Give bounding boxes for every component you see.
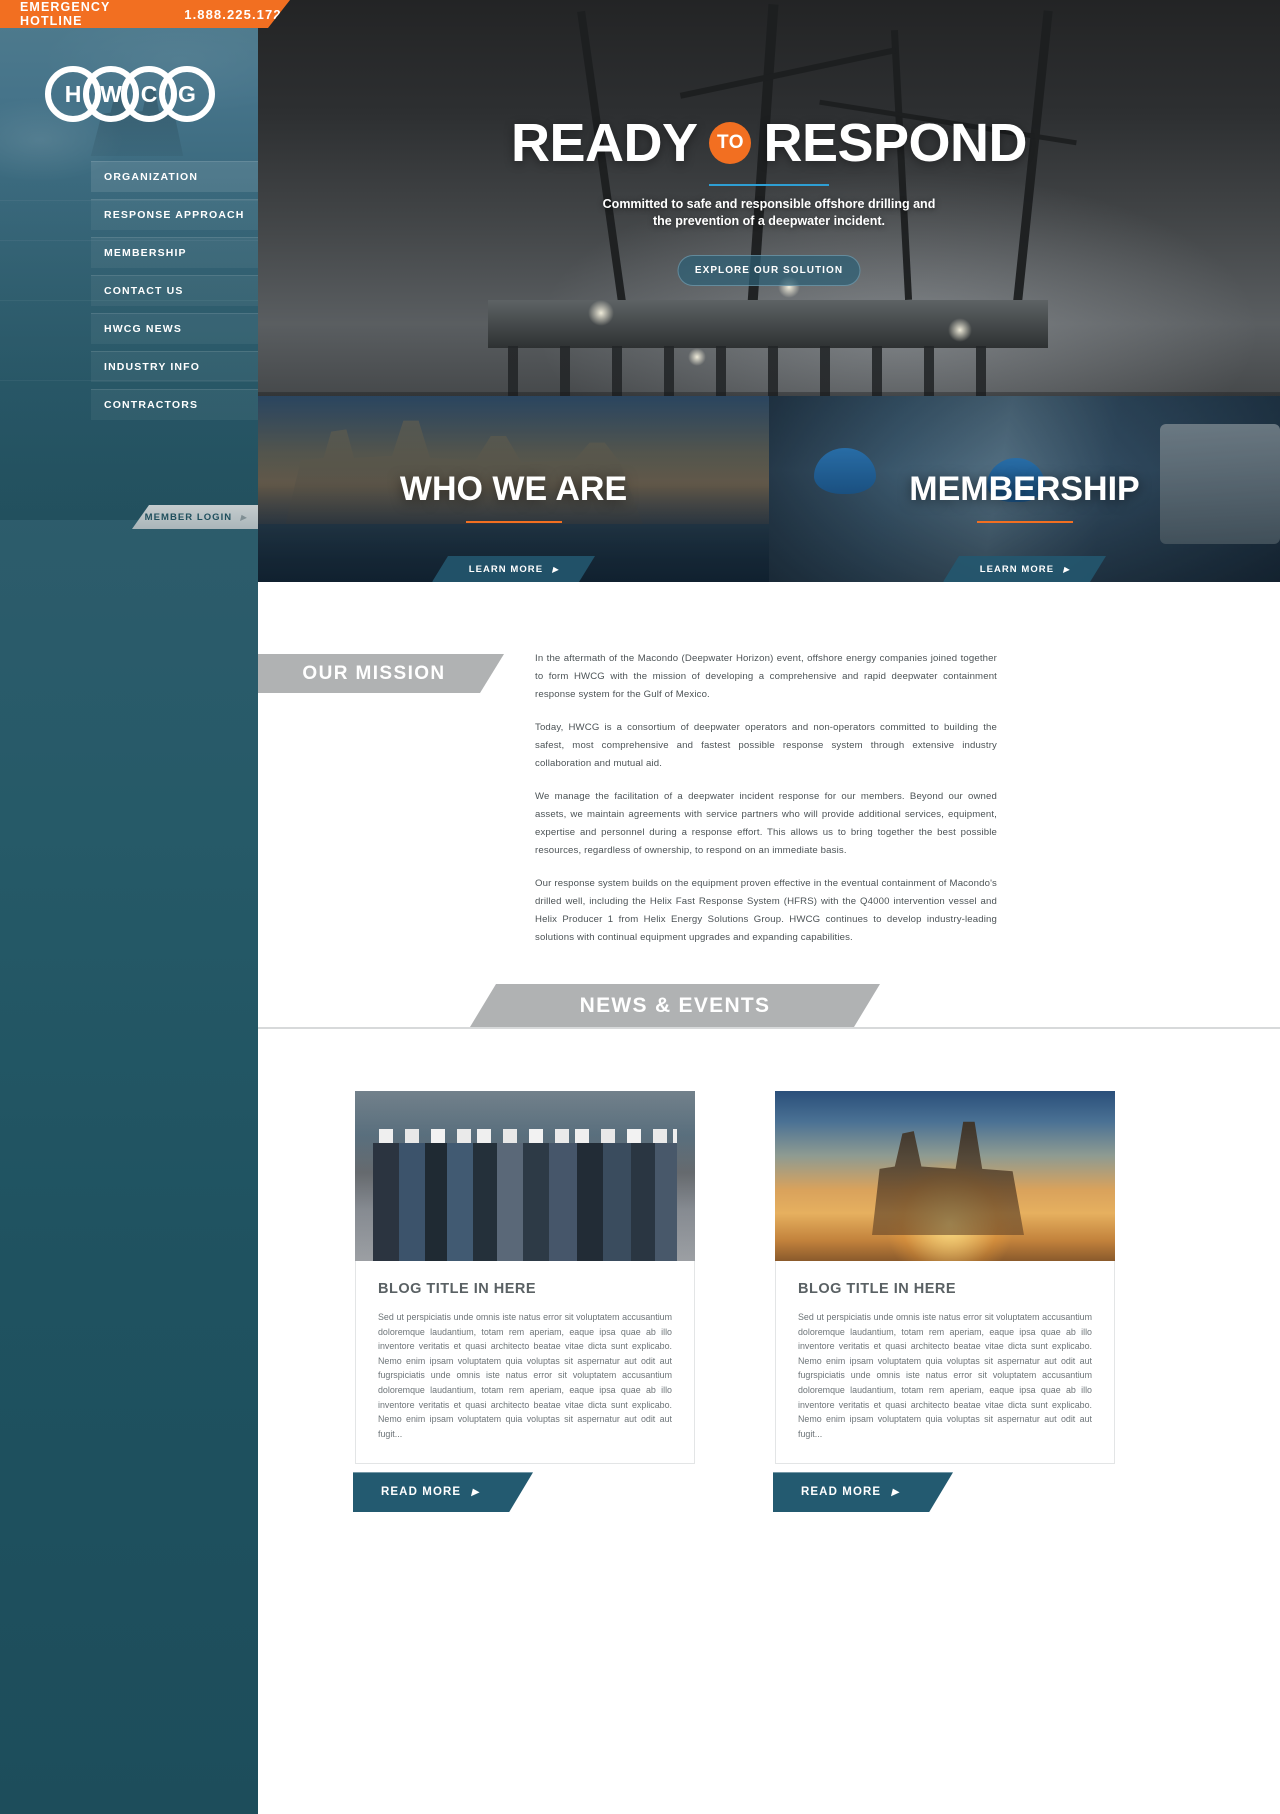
chevron-right-icon: ▶ (471, 1486, 479, 1498)
sidebar-item-industry-info-label: INDUSTRY INFO (104, 361, 201, 373)
promo-membership[interactable]: MEMBERSHIP LEARN MORE ▶ (769, 396, 1280, 582)
sidebar-item-hwcg-news[interactable]: HWCG NEWS (91, 313, 258, 344)
emergency-hotline-bar: EMERGENCY HOTLINE 1.888.225.1721 (0, 0, 290, 28)
sidebar-item-membership[interactable]: MEMBERSHIP (91, 237, 258, 268)
emergency-hotline-label: EMERGENCY HOTLINE (20, 0, 111, 28)
our-mission-paragraph-4: Our response system builds on the equipm… (535, 878, 997, 943)
explore-our-solution-button[interactable]: EXPLORE OUR SOLUTION (677, 255, 861, 286)
news-card-image-rig-sunset (775, 1091, 1115, 1261)
news-heading: NEWS & EVENTS (579, 993, 771, 1017)
hero-title-part2: RESPOND (763, 113, 1028, 173)
news-card-read-more-label: READ MORE (381, 1486, 462, 1499)
news-card-text: BLOG TITLE IN HERE Sed ut perspiciatis u… (775, 1261, 1115, 1465)
hero-title-badge: TO (709, 122, 752, 164)
news-card-list: BLOG TITLE IN HERE Sed ut perspiciatis u… (353, 1091, 1115, 1513)
member-login-label: MEMBER LOGIN (144, 511, 233, 523)
sidebar-item-hwcg-news-label: HWCG NEWS (104, 323, 183, 335)
hero-banner: READY TO RESPOND Committed to safe and r… (258, 0, 1280, 450)
chevron-right-icon: ▶ (552, 564, 559, 574)
news-card-image-team-photo (355, 1091, 695, 1261)
our-mission-paragraph-2: Today, HWCG is a consortium of deepwater… (535, 722, 997, 769)
promo-who-we-are-title: WHO WE ARE (399, 470, 628, 508)
hero-divider (709, 184, 829, 186)
news-card-image-platform (872, 1121, 1024, 1235)
hero-title: READY TO RESPOND (258, 112, 1280, 174)
promo-membership-learn-more-label: LEARN MORE (979, 563, 1055, 575)
sidebar-item-contact-us-label: CONTACT US (104, 285, 184, 297)
logo-letter-g-text: G (178, 80, 196, 107)
member-login-button[interactable]: MEMBER LOGIN ▶ (132, 505, 258, 529)
news-card-read-more-button[interactable]: READ MORE ▶ (353, 1472, 533, 1513)
sidebar-item-industry-info[interactable]: INDUSTRY INFO (91, 351, 258, 382)
news-card-title: BLOG TITLE IN HERE (798, 1281, 957, 1297)
sidebar-item-response-approach[interactable]: RESPONSE APPROACH (91, 199, 258, 230)
sidebar-item-contact-us[interactable]: CONTACT US (91, 275, 258, 306)
news-card[interactable]: BLOG TITLE IN HERE Sed ut perspiciatis u… (773, 1091, 1115, 1513)
hero-title-part1: READY (510, 113, 698, 173)
sidebar-item-membership-label: MEMBERSHIP (104, 247, 187, 259)
promo-who-we-are[interactable]: WHO WE ARE LEARN MORE ▶ (258, 396, 769, 582)
sidebar-item-contractors-label: CONTRACTORS (104, 399, 199, 411)
news-and-events-section: NEWS & EVENTS BLOG TITLE IN HERE Sed ut … (258, 982, 1280, 1814)
logo-letter-h-text: H (64, 80, 82, 107)
promo-who-we-are-learn-more-button[interactable]: LEARN MORE ▶ (432, 556, 595, 582)
left-sidebar: H W C G ORGANIZATION RESPONSE APPROACH M… (0, 0, 258, 1814)
chevron-right-icon: ▶ (891, 1486, 899, 1498)
hero-title-badge-text: TO (716, 132, 744, 153)
promo-panels: WHO WE ARE LEARN MORE ▶ MEMBERSHIP LEARN… (258, 396, 1280, 582)
news-heading-wrap: NEWS & EVENTS (258, 982, 1280, 1044)
main-navigation: ORGANIZATION RESPONSE APPROACH MEMBERSHI… (91, 161, 258, 427)
news-card-title: BLOG TITLE IN HERE (378, 1281, 537, 1297)
our-mission-section: OUR MISSION In the aftermath of the Maco… (258, 582, 1280, 982)
hero-subtitle: Committed to safe and responsible offsho… (602, 197, 936, 228)
promo-membership-title: MEMBERSHIP (909, 470, 1140, 508)
news-card[interactable]: BLOG TITLE IN HERE Sed ut perspiciatis u… (353, 1091, 695, 1513)
news-heading-rule (258, 1027, 1280, 1029)
news-card-image-people (373, 1143, 677, 1261)
emergency-hotline-number[interactable]: 1.888.225.1721 (184, 7, 290, 22)
chevron-right-icon: ▶ (240, 512, 247, 522)
promo-who-we-are-learn-more-label: LEARN MORE (468, 563, 544, 575)
news-card-excerpt: Sed ut perspiciatis unde omnis iste natu… (798, 1312, 1092, 1439)
logo-letter-g: G (159, 66, 215, 122)
our-mission-body: In the aftermath of the Macondo (Deepwat… (535, 650, 997, 962)
news-card-excerpt: Sed ut perspiciatis unde omnis iste natu… (378, 1312, 672, 1439)
promo-membership-divider (976, 521, 1073, 523)
news-card-text: BLOG TITLE IN HERE Sed ut perspiciatis u… (355, 1261, 695, 1465)
news-heading-banner: NEWS & EVENTS (470, 984, 880, 1027)
sidebar-item-organization[interactable]: ORGANIZATION (91, 161, 258, 192)
our-mission-heading: OUR MISSION (302, 662, 446, 684)
news-card-button-wrap: READ MORE ▶ (353, 1472, 693, 1513)
logo-letter-w-text: W (100, 80, 122, 107)
chevron-right-icon: ▶ (1063, 564, 1070, 574)
news-card-read-more-label: READ MORE (801, 1486, 882, 1499)
explore-our-solution-label: EXPLORE OUR SOLUTION (694, 265, 844, 276)
hwcg-logo[interactable]: H W C G (45, 66, 215, 122)
our-mission-paragraph-3: We manage the facilitation of a deepwate… (535, 791, 997, 856)
our-mission-paragraph-1: In the aftermath of the Macondo (Deepwat… (535, 653, 997, 700)
sidebar-item-contractors[interactable]: CONTRACTORS (91, 389, 258, 420)
news-card-button-wrap: READ MORE ▶ (773, 1472, 1113, 1513)
promo-membership-learn-more-button[interactable]: LEARN MORE ▶ (943, 556, 1106, 582)
logo-letter-c-text: C (140, 80, 158, 107)
news-card-read-more-button[interactable]: READ MORE ▶ (773, 1472, 953, 1513)
sidebar-item-response-approach-label: RESPONSE APPROACH (104, 209, 245, 221)
our-mission-heading-banner: OUR MISSION (258, 654, 504, 693)
promo-who-we-are-divider (465, 521, 562, 523)
sidebar-item-organization-label: ORGANIZATION (104, 171, 199, 183)
